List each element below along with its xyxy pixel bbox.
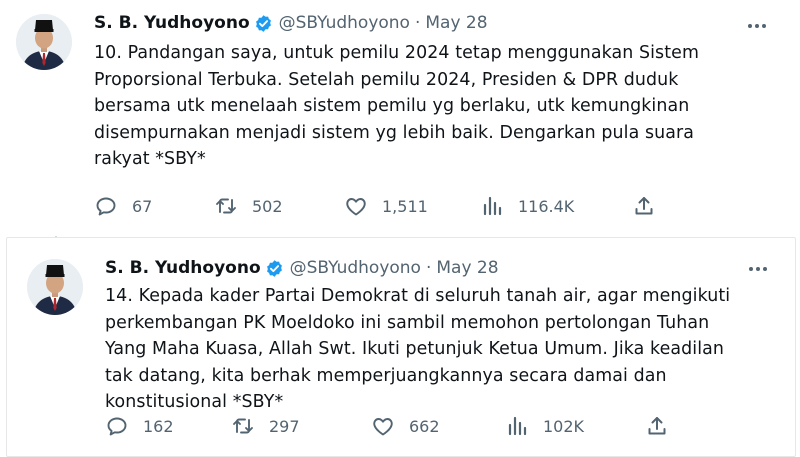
retweet-count: 502 (252, 196, 283, 216)
views-icon (483, 196, 502, 216)
retweet-icon (233, 418, 253, 434)
reply-button[interactable]: 162 (105, 411, 174, 441)
tweet-header: S. B. Yudhoyono @SBYudhoyono · May 28 (105, 258, 499, 278)
like-button[interactable]: 662 (371, 411, 440, 441)
tweet-actions: 67 502 1,511 116.4K (94, 191, 674, 221)
author-name[interactable]: S. B. Yudhoyono (94, 13, 250, 33)
avatar-image (27, 259, 83, 315)
tweet-date[interactable]: May 28 (436, 258, 498, 278)
author-handle[interactable]: @SBYudhoyono (290, 258, 421, 278)
tweet-text-line: 14. Kepada kader Partai Demokrat di selu… (105, 286, 731, 306)
author-handle[interactable]: @SBYudhoyono (279, 13, 410, 33)
tweet-text-line: disempurnakan menjadi sistem yg lebih ba… (94, 122, 695, 143)
like-icon (346, 198, 366, 216)
separator-dot: · (425, 258, 432, 278)
tweet-2[interactable]: S. B. Yudhoyono @SBYudhoyono · May 28 14… (6, 237, 796, 457)
verified-badge-icon (255, 14, 271, 32)
share-icon (635, 197, 653, 215)
tweet-text-line: tak datang, kita berhak memperjuangkanny… (105, 365, 667, 386)
like-button[interactable]: 1,511 (344, 191, 428, 221)
reply-icon (96, 197, 116, 216)
tweet-text-line: Proporsional Terbuka. Setelah pemilu 202… (94, 69, 679, 90)
more-icon[interactable] (746, 16, 768, 36)
views-icon (508, 416, 527, 436)
avatar[interactable] (16, 14, 72, 70)
tweet-text: 10. Pandangan saya, untuk pemilu 2024 te… (94, 40, 699, 173)
reply-count: 67 (132, 196, 153, 216)
tweet-1[interactable]: S. B. Yudhoyono @SBYudhoyono · May 28 10… (0, 0, 800, 235)
like-count: 1,511 (382, 196, 428, 216)
tweet-actions: 162 297 662 102K (105, 411, 685, 441)
retweet-button[interactable]: 297 (231, 411, 300, 441)
retweet-button[interactable]: 502 (214, 191, 283, 221)
views-count: 102K (543, 416, 585, 436)
like-icon (373, 418, 393, 436)
reply-count: 162 (143, 416, 174, 436)
reply-icon (107, 417, 127, 436)
reply-button[interactable]: 67 (94, 191, 152, 221)
tweet-text: 14. Kepada kader Partai Demokrat di selu… (105, 283, 730, 416)
share-icon (648, 417, 666, 435)
tweet-text-line: rakyat *SBY* (94, 149, 206, 169)
tweet-date[interactable]: May 28 (425, 13, 487, 33)
verified-badge-icon (266, 259, 282, 277)
separator-dot: · (414, 13, 421, 33)
tweet-text-line: bersama utk menelaah sistem pemilu yg be… (94, 96, 690, 116)
views-button[interactable]: 102K (505, 411, 584, 441)
tweet-text-line: perkembangan PK Moeldoko ini sambil memo… (105, 312, 710, 333)
share-button[interactable] (645, 411, 669, 441)
retweet-icon (216, 198, 236, 214)
like-count: 662 (409, 416, 440, 436)
retweet-count: 297 (269, 416, 300, 436)
views-button[interactable]: 116.4K (480, 191, 574, 221)
more-icon[interactable] (747, 259, 769, 279)
views-count: 116.4K (518, 196, 575, 216)
tweet-header: S. B. Yudhoyono @SBYudhoyono · May 28 (94, 13, 488, 33)
avatar-image (16, 14, 72, 70)
author-name[interactable]: S. B. Yudhoyono (105, 258, 261, 278)
tweet-text-line: Yang Maha Kuasa, Allah Swt. Ikuti petunj… (105, 339, 725, 359)
tweet-text-line: 10. Pandangan saya, untuk pemilu 2024 te… (94, 43, 699, 63)
avatar[interactable] (27, 259, 83, 315)
share-button[interactable] (632, 191, 656, 221)
